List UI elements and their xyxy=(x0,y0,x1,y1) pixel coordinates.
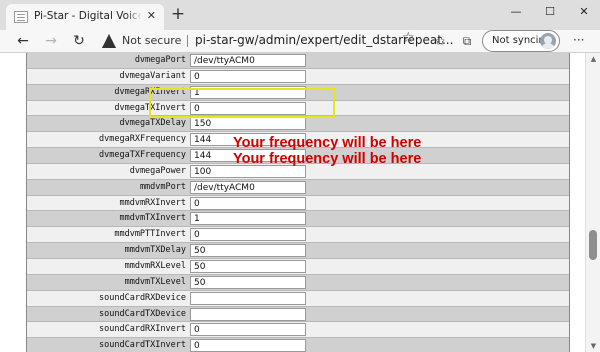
config-key: dvmegaTXDelay xyxy=(119,118,186,129)
avatar xyxy=(540,33,556,49)
profile-sync-button[interactable]: Not syncing xyxy=(482,30,560,52)
browser-tab[interactable]: Pi-Star - Digital Voice Dashboard ✕ xyxy=(6,4,164,30)
config-value-input[interactable]: /dev/ttyACM0 xyxy=(190,54,306,67)
page-content: dvmegaPort/dev/ttyACM0 dvmegaVariant 0 dvme… xyxy=(0,53,585,352)
table-row: mmdvmTXInvert 1 xyxy=(27,211,569,228)
rx-frequency-note: Your frequency will be here xyxy=(233,135,422,151)
table-row: dvmegaTXDelay 150 xyxy=(27,116,569,133)
new-tab-button[interactable]: + xyxy=(170,6,186,23)
config-key: mmdvmPTTInvert xyxy=(114,229,186,240)
table-row: soundCardTXDevice xyxy=(27,306,569,323)
invert-highlight-box xyxy=(149,88,335,118)
table-row: mmdvmRXInvert 0 xyxy=(27,195,569,212)
minimize-button[interactable]: — xyxy=(504,2,528,22)
config-key: soundCardTXInvert xyxy=(99,340,186,351)
back-button[interactable]: ← xyxy=(14,32,32,50)
warning-icon xyxy=(102,34,116,48)
config-key: mmdvmPort xyxy=(139,181,186,192)
config-value-input[interactable]: /dev/ttyACM0 xyxy=(190,180,306,194)
maximize-button[interactable]: ☐ xyxy=(538,2,562,22)
config-key: mmdvmRXLevel xyxy=(124,260,186,271)
tx-frequency-note: Your frequency will be here xyxy=(233,151,422,167)
config-key: mmdvmRXInvert xyxy=(119,197,186,208)
reload-button[interactable]: ↻ xyxy=(70,32,88,50)
config-key: dvmegaPower xyxy=(129,165,186,176)
config-key: mmdvmTXDelay xyxy=(124,245,186,256)
table-row: soundCardRXDevice xyxy=(27,290,569,307)
scroll-down-icon[interactable]: ▼ xyxy=(586,340,600,352)
tab-close-icon[interactable]: ✕ xyxy=(147,9,156,22)
table-row: dvmegaPort/dev/ttyACM0 xyxy=(27,53,569,69)
table-row: mmdvmPort/dev/ttyACM0 xyxy=(27,179,569,196)
config-key: mmdvmTXInvert xyxy=(119,213,186,224)
config-value-input[interactable]: 50 xyxy=(190,244,306,258)
page-icon xyxy=(14,11,28,23)
close-window-button[interactable]: ✕ xyxy=(572,2,596,22)
config-value-input[interactable]: 0 xyxy=(190,69,306,83)
config-value-input[interactable]: 50 xyxy=(190,275,306,289)
table-row: mmdvmRXLevel 50 xyxy=(27,258,569,275)
table-row: dvmegaVariant 0 xyxy=(27,68,569,85)
security-status[interactable]: Not secure xyxy=(122,34,181,47)
settings-menu-icon[interactable]: ··· xyxy=(573,33,584,47)
address-divider xyxy=(187,35,188,47)
table-row: soundCardTXInvert 0 xyxy=(27,338,569,352)
scroll-up-icon[interactable]: ▲ xyxy=(586,53,600,65)
star-icon[interactable]: ☆ xyxy=(402,30,415,46)
browser-toolbar: ← → ↻ Not secure pi-star-gw/admin/expert… xyxy=(0,30,600,52)
forward-button[interactable]: → xyxy=(42,32,60,50)
config-key: soundCardRXInvert xyxy=(99,324,186,335)
favorites-icon[interactable]: ✩ xyxy=(432,33,448,49)
config-table: dvmegaPort/dev/ttyACM0 dvmegaVariant 0 dvme… xyxy=(26,53,570,352)
config-value-input[interactable]: 0 xyxy=(190,323,306,337)
config-value-input[interactable]: 1 xyxy=(190,212,306,226)
address-bar[interactable]: Not secure pi-star-gw/admin/expert/edit_… xyxy=(96,31,453,51)
collections-icon[interactable]: ⧉ xyxy=(459,33,475,49)
tab-strip: Pi-Star - Digital Voice Dashboard ✕ + — … xyxy=(0,0,600,30)
config-value-input[interactable]: 150 xyxy=(190,117,306,131)
scroll-thumb[interactable] xyxy=(589,230,597,260)
config-value-input[interactable] xyxy=(190,291,306,305)
config-value-input[interactable]: 50 xyxy=(190,259,306,273)
config-key: dvmegaRXFrequency xyxy=(99,134,186,145)
config-key: soundCardTXDevice xyxy=(99,308,186,319)
page-scrollbar[interactable]: ▲ ▼ xyxy=(585,53,600,352)
config-key: dvmegaVariant xyxy=(119,70,186,81)
config-key: dvmegaPort xyxy=(134,55,186,65)
tab-title: Pi-Star - Digital Voice Dashboard xyxy=(34,10,142,22)
config-value-input[interactable]: 0 xyxy=(190,339,306,352)
table-row: mmdvmPTTInvert 0 xyxy=(27,227,569,244)
config-value-input[interactable] xyxy=(190,307,306,321)
table-row: mmdvmTXLevel 50 xyxy=(27,274,569,291)
config-key: soundCardRXDevice xyxy=(99,292,186,303)
config-key: mmdvmTXLevel xyxy=(124,276,186,287)
url-text[interactable]: pi-star-gw/admin/expert/edit_dstarrepeat… xyxy=(195,33,453,47)
table-row: mmdvmTXDelay 50 xyxy=(27,243,569,259)
config-value-input[interactable]: 0 xyxy=(190,196,306,210)
config-key: dvmegaTXFrequency xyxy=(99,150,186,161)
config-value-input[interactable]: 0 xyxy=(190,228,306,242)
table-row: soundCardRXInvert 0 xyxy=(27,322,569,339)
